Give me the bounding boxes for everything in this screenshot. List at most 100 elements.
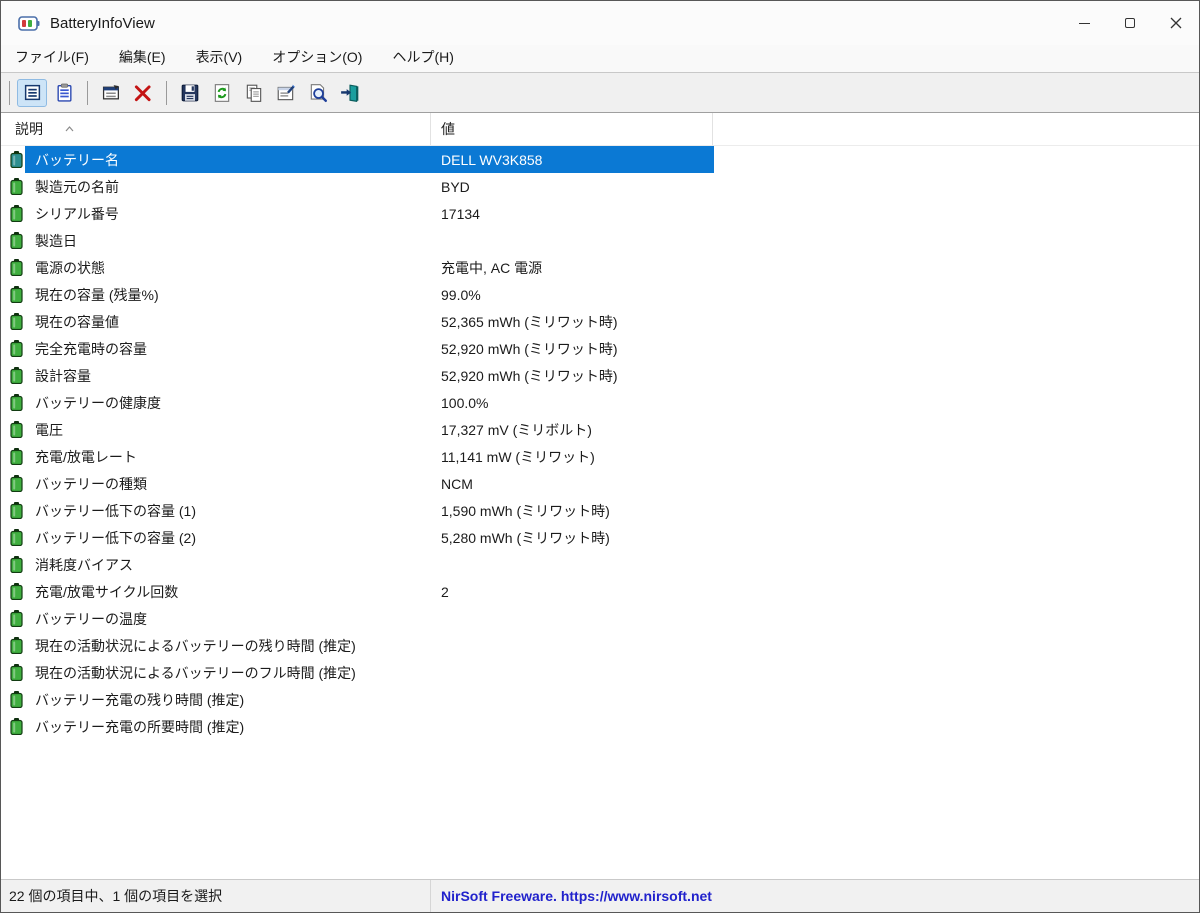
- list-item[interactable]: 充電/放電サイクル回数 2: [1, 578, 1199, 605]
- menubar: ファイル(F) 編集(E) 表示(V) オプション(O) ヘルプ(H): [1, 45, 1199, 73]
- refresh-icon: [212, 83, 232, 103]
- titlebar: BatteryInfoView: [1, 1, 1199, 45]
- copy-button[interactable]: [239, 79, 269, 107]
- list-item[interactable]: バッテリーの種類 NCM: [1, 470, 1199, 497]
- list-item[interactable]: 現在の容量値 52,365 mWh (ミリワット時): [1, 308, 1199, 335]
- close-button[interactable]: [1153, 1, 1199, 45]
- clipboard-icon: [55, 83, 74, 102]
- item-description: 充電/放電レート: [25, 447, 431, 467]
- minimize-button[interactable]: [1061, 1, 1107, 45]
- list-header: 説明 値: [1, 113, 1199, 146]
- menu-help[interactable]: ヘルプ(H): [392, 47, 465, 71]
- battery-icon: [10, 610, 23, 627]
- item-description: バッテリーの健康度: [25, 393, 431, 413]
- battery-icon: [10, 718, 23, 735]
- list-item[interactable]: バッテリーの健康度 100.0%: [1, 389, 1199, 416]
- battery-icon: [10, 205, 23, 222]
- properties-button[interactable]: [271, 79, 301, 107]
- item-value: 5,280 mWh (ミリワット時): [431, 528, 714, 548]
- item-value: BYD: [431, 179, 714, 195]
- list-item[interactable]: 現在の活動状況によるバッテリーの残り時間 (推定): [1, 632, 1199, 659]
- battery-icon: [10, 286, 23, 303]
- item-value: 99.0%: [431, 287, 714, 303]
- list-item[interactable]: 消耗度バイアス: [1, 551, 1199, 578]
- battery-icon: [10, 178, 23, 195]
- clipboard-report-button[interactable]: [49, 79, 79, 107]
- list-item[interactable]: 製造日: [1, 227, 1199, 254]
- floppy-disk-icon: [180, 83, 200, 103]
- battery-icon: [10, 502, 23, 519]
- item-value: 100.0%: [431, 395, 714, 411]
- item-description: 設計容量: [25, 366, 431, 386]
- exit-button[interactable]: [335, 79, 365, 107]
- menu-view[interactable]: 表示(V): [196, 47, 255, 71]
- save-button[interactable]: [175, 79, 205, 107]
- item-value: 17,327 mV (ミリボルト): [431, 420, 714, 440]
- list-item[interactable]: バッテリーの温度: [1, 605, 1199, 632]
- list-item[interactable]: 設計容量 52,920 mWh (ミリワット時): [1, 362, 1199, 389]
- item-description: バッテリー充電の残り時間 (推定): [25, 690, 431, 710]
- column-header-description-label: 説明: [15, 119, 43, 139]
- menu-options[interactable]: オプション(O): [272, 47, 374, 71]
- list-body: バッテリー名 DELL WV3K858 製造元の名前 BYD シリアル番号 17…: [1, 146, 1199, 879]
- toolbar-separator: [166, 81, 167, 105]
- statusbar: 22 個の項目中、1 個の項目を選択 NirSoft Freeware. htt…: [1, 879, 1199, 912]
- list-item[interactable]: バッテリー低下の容量 (1) 1,590 mWh (ミリワット時): [1, 497, 1199, 524]
- column-header-description[interactable]: 説明: [1, 113, 431, 145]
- find-icon: [308, 83, 328, 103]
- column-header-value[interactable]: 値: [431, 113, 713, 145]
- item-value: DELL WV3K858: [431, 152, 714, 168]
- menu-edit[interactable]: 編集(E): [119, 47, 178, 71]
- maximize-button[interactable]: [1107, 1, 1153, 45]
- choose-columns-button[interactable]: [96, 79, 126, 107]
- list-item[interactable]: バッテリー充電の残り時間 (推定): [1, 686, 1199, 713]
- battery-icon: [10, 475, 23, 492]
- battery-icon: [10, 691, 23, 708]
- listview: 説明 値 バッテリー名 DELL WV3K858: [1, 113, 1199, 879]
- item-description: 電圧: [25, 420, 431, 440]
- battery-icon: [10, 259, 23, 276]
- item-description: 現在の容量値: [25, 312, 431, 332]
- app-battery-icon: [18, 15, 40, 32]
- battery-icon: [10, 583, 23, 600]
- battery-icon: [10, 232, 23, 249]
- item-value: 52,365 mWh (ミリワット時): [431, 312, 714, 332]
- list-item[interactable]: バッテリー低下の容量 (2) 5,280 mWh (ミリワット時): [1, 524, 1199, 551]
- battery-icon: [10, 151, 23, 168]
- item-description: 電源の状態: [25, 258, 431, 278]
- list-item[interactable]: 現在の活動状況によるバッテリーのフル時間 (推定): [1, 659, 1199, 686]
- battery-icon: [10, 394, 23, 411]
- battery-icon: [10, 448, 23, 465]
- report-view-button[interactable]: [17, 79, 47, 107]
- red-x-icon: [133, 83, 153, 103]
- battery-icon: [10, 367, 23, 384]
- item-description: バッテリー低下の容量 (1): [25, 501, 431, 521]
- item-description: バッテリー低下の容量 (2): [25, 528, 431, 548]
- item-description: バッテリーの種類: [25, 474, 431, 494]
- list-item[interactable]: バッテリー名 DELL WV3K858: [1, 146, 1199, 173]
- item-value: 充電中, AC 電源: [431, 258, 714, 278]
- item-value: 2: [431, 584, 714, 600]
- close-icon: [1170, 17, 1182, 29]
- list-item[interactable]: 電源の状態 充電中, AC 電源: [1, 254, 1199, 281]
- nirsoft-link[interactable]: NirSoft Freeware. https://www.nirsoft.ne…: [431, 880, 1199, 912]
- list-item[interactable]: 完全充電時の容量 52,920 mWh (ミリワット時): [1, 335, 1199, 362]
- refresh-button[interactable]: [207, 79, 237, 107]
- find-button[interactable]: [303, 79, 333, 107]
- menu-file[interactable]: ファイル(F): [15, 47, 101, 71]
- item-description: 現在の活動状況によるバッテリーのフル時間 (推定): [25, 663, 431, 683]
- list-item[interactable]: 充電/放電レート 11,141 mW (ミリワット): [1, 443, 1199, 470]
- copy-icon: [244, 83, 264, 103]
- delete-button[interactable]: [128, 79, 158, 107]
- list-item[interactable]: 電圧 17,327 mV (ミリボルト): [1, 416, 1199, 443]
- battery-icon: [10, 664, 23, 681]
- battery-icon: [10, 556, 23, 573]
- app-window: BatteryInfoView ファイル(F) 編集(E) 表示(V) オプショ…: [0, 0, 1200, 913]
- list-item[interactable]: 製造元の名前 BYD: [1, 173, 1199, 200]
- list-item[interactable]: シリアル番号 17134: [1, 200, 1199, 227]
- list-item[interactable]: バッテリー充電の所要時間 (推定): [1, 713, 1199, 740]
- list-item[interactable]: 現在の容量 (残量%) 99.0%: [1, 281, 1199, 308]
- item-description: バッテリー名: [25, 150, 431, 170]
- battery-icon: [10, 340, 23, 357]
- choose-columns-icon: [102, 83, 121, 102]
